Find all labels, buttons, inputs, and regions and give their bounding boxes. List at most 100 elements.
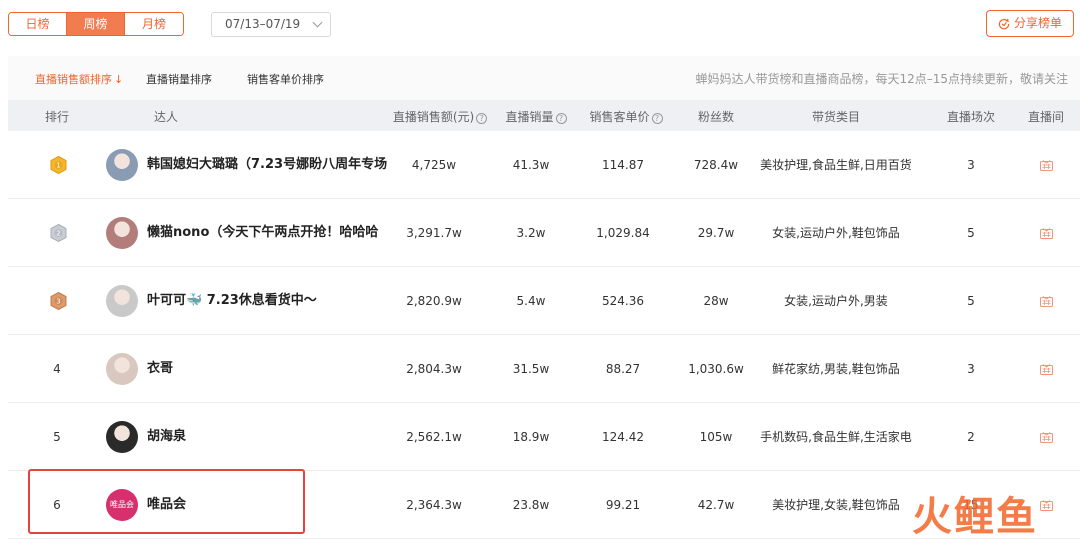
sales-volume: 5.4w (516, 294, 546, 308)
help-icon[interactable]: ? (651, 113, 663, 124)
rank-medal-icon: 1 (50, 156, 67, 174)
col-sales-volume-label: 直播销量 (505, 110, 554, 124)
table-row[interactable]: 2 懒猫nono（今天下午两点开抢！哈哈哈 3,291.7w 3.2w 1,02… (8, 199, 1080, 267)
sales-volume: 18.9w (512, 430, 550, 444)
influencer-name[interactable]: 叶可可🐳 7.23休息看货中～ (147, 267, 387, 335)
table-row[interactable]: 5 胡海泉 2,562.1w 18.9w 124.42 105w 手机数码,食品… (8, 403, 1080, 471)
sales-amount: 2,364.3w (406, 498, 462, 512)
unit-price: 88.27 (605, 362, 641, 376)
fans-count: 105w (699, 430, 733, 444)
sort-by-unit-price[interactable]: 销售客单价排序 (247, 71, 324, 87)
rank-medal-icon: 3 (50, 292, 67, 310)
col-sales-amount-label: 直播销售额(元) (392, 110, 475, 124)
sales-volume: 3.2w (516, 226, 546, 240)
rank-number: 5 (53, 430, 61, 444)
categories: 女装,运动户外,鞋包饰品 (772, 226, 900, 240)
sales-amount: 2,562.1w (406, 430, 462, 444)
rank-medal-icon: 2 (50, 224, 67, 242)
fans-count: 29.7w (697, 226, 735, 240)
chevron-down-icon (312, 17, 323, 28)
col-live-room: 直播间 (1027, 110, 1064, 124)
col-sales-volume[interactable]: 直播销量? (496, 108, 576, 125)
avatar[interactable] (106, 285, 138, 317)
avatar[interactable] (106, 353, 138, 385)
rank-medal-number: 2 (56, 230, 60, 238)
influencer-name[interactable]: 胡海泉 (147, 403, 387, 471)
top-bar: 日榜 周榜 月榜 07/13–07/19 分享榜单 (0, 0, 1080, 48)
rank-medal-number: 3 (56, 298, 60, 306)
date-range-select[interactable]: 07/13–07/19 (211, 12, 331, 37)
col-categories: 带货类目 (811, 110, 860, 124)
col-unit-price[interactable]: 销售客单价? (576, 108, 676, 125)
table-header: 排行 达人 直播销售额(元)? 直播销量? 销售客单价? 粉丝数 带货类目 直播… (8, 100, 1080, 131)
live-room-icon[interactable] (1040, 364, 1053, 375)
fans-count: 28w (703, 294, 729, 308)
tab-daily[interactable]: 日榜 (9, 13, 67, 35)
live-sessions: 5 (967, 294, 975, 308)
categories: 美妆护理,食品生鲜,日用百货 (760, 158, 912, 172)
share-ranking-button[interactable]: 分享榜单 (986, 10, 1074, 37)
live-room-icon[interactable] (1040, 296, 1053, 307)
period-tabs: 日榜 周榜 月榜 (8, 12, 184, 36)
categories: 手机数码,食品生鲜,生活家电 (760, 430, 912, 444)
help-icon[interactable]: ? (555, 113, 567, 124)
avatar[interactable] (106, 421, 138, 453)
col-fans: 粉丝数 (697, 110, 734, 124)
influencer-name[interactable]: 衣哥 (147, 335, 387, 403)
live-sessions: 5 (967, 226, 975, 240)
sort-bar: 直播销售额排序 ↓ 直播销量排序 销售客单价排序 蝉妈妈达人带货榜和直播商品榜，每… (8, 56, 1080, 100)
live-sessions: 3 (967, 362, 975, 376)
live-room-icon[interactable] (1040, 160, 1053, 171)
share-button-label: 分享榜单 (1014, 16, 1063, 30)
avatar[interactable] (106, 217, 138, 249)
unit-price: 99.21 (605, 498, 641, 512)
sort-by-sales-amount[interactable]: 直播销售额排序 ↓ (35, 71, 123, 87)
avatar[interactable]: 唯品会 (106, 489, 138, 521)
categories: 美妆护理,女装,鞋包饰品 (772, 498, 900, 512)
influencer-name[interactable]: 懒猫nono（今天下午两点开抢！哈哈哈 (147, 199, 387, 267)
sales-amount: 2,804.3w (406, 362, 462, 376)
sales-volume: 41.3w (512, 158, 550, 172)
share-icon (998, 18, 1010, 30)
tab-weekly[interactable]: 周榜 (67, 13, 125, 35)
fans-count: 728.4w (693, 158, 739, 172)
influencer-name[interactable]: 唯品会 (147, 471, 387, 539)
col-unit-price-label: 销售客单价 (589, 110, 650, 124)
table-row[interactable]: 3 叶可可🐳 7.23休息看货中～ 2,820.9w 5.4w 524.36 2… (8, 267, 1080, 335)
rank-number: 6 (53, 498, 61, 512)
categories: 鲜花家纺,男装,鞋包饰品 (772, 362, 900, 376)
table-row[interactable]: 4 衣哥 2,804.3w 31.5w 88.27 1,030.6w 鲜花家纺,… (8, 335, 1080, 403)
fans-count: 1,030.6w (688, 362, 744, 376)
rank-number: 4 (53, 362, 61, 376)
avatar-label: 唯品会 (106, 489, 138, 521)
col-sales-amount[interactable]: 直播销售额(元)? (384, 108, 496, 125)
unit-price: 114.87 (602, 158, 644, 172)
col-sessions: 直播场次 (946, 110, 995, 124)
live-sessions: 2 (967, 430, 975, 444)
unit-price: 1,029.84 (596, 226, 650, 240)
sales-amount: 4,725w (411, 158, 457, 172)
sort-down-arrow-icon: ↓ (114, 73, 124, 86)
col-influencer: 达人 (153, 110, 178, 124)
help-icon[interactable]: ? (476, 113, 488, 124)
rank-medal-number: 1 (56, 162, 60, 170)
avatar[interactable] (106, 149, 138, 181)
sort-by-sales-volume[interactable]: 直播销量排序 (146, 71, 212, 87)
categories: 女装,运动户外,男装 (784, 294, 888, 308)
unit-price: 524.36 (602, 294, 644, 308)
sales-amount: 2,820.9w (406, 294, 462, 308)
influencer-name[interactable]: 韩国媳妇大璐璐（7.23号娜盼八周年专场 (147, 131, 387, 199)
live-room-icon[interactable] (1040, 432, 1053, 443)
sales-amount: 3,291.7w (406, 226, 462, 240)
live-room-icon[interactable] (1040, 228, 1053, 239)
tab-monthly[interactable]: 月榜 (125, 13, 183, 35)
sales-volume: 23.8w (512, 498, 550, 512)
sales-volume: 31.5w (512, 362, 550, 376)
table-row[interactable]: 1 韩国媳妇大璐璐（7.23号娜盼八周年专场 4,725w 41.3w 114.… (8, 131, 1080, 199)
watermark: 火鲤鱼 (912, 494, 1038, 540)
date-range-value: 07/13–07/19 (225, 17, 301, 31)
fans-count: 42.7w (697, 498, 735, 512)
live-sessions: 3 (967, 158, 975, 172)
update-notice: 蝉妈妈达人带货榜和直播商品榜，每天12点–15点持续更新，敬请关注 (695, 72, 1068, 86)
live-room-icon[interactable] (1040, 500, 1053, 511)
